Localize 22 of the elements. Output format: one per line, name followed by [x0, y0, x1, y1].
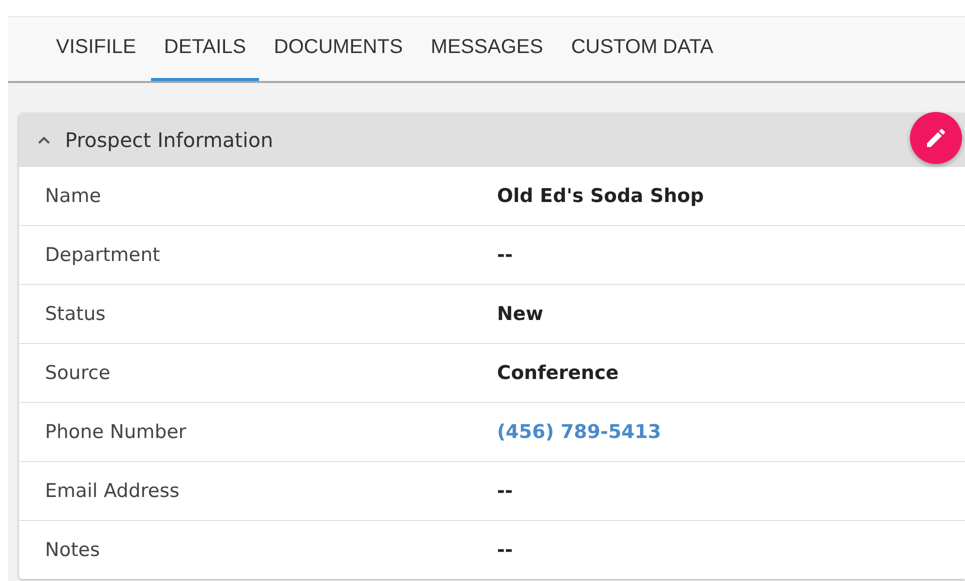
field-value: --: [497, 244, 513, 266]
field-value: --: [497, 480, 513, 502]
field-value: --: [497, 539, 513, 561]
tab[interactable]: DETAILS: [151, 17, 259, 81]
field-label: Department: [44, 244, 161, 266]
field-value: New: [497, 303, 544, 325]
panel-title: Prospect Information: [65, 128, 274, 152]
phone-link[interactable]: (456) 789-5413: [497, 421, 662, 443]
field-label: Phone Number: [44, 421, 188, 443]
field-label: Name: [44, 185, 102, 207]
field-value: Old Ed's Soda Shop: [497, 185, 704, 207]
tab[interactable]: VISIFILE: [43, 17, 150, 81]
field-value: Conference: [497, 362, 619, 384]
tab[interactable]: MESSAGES: [418, 17, 556, 81]
field-label: Source: [44, 362, 112, 384]
pencil-icon: [924, 126, 948, 150]
tab[interactable]: DOCUMENTS: [260, 17, 416, 81]
chevron-icon[interactable]: [37, 134, 51, 144]
field-label: Notes: [44, 539, 101, 561]
tab[interactable]: CUSTOM DATA: [558, 17, 726, 81]
field-label: Email Address: [44, 480, 180, 502]
field-label: Status: [44, 303, 107, 325]
